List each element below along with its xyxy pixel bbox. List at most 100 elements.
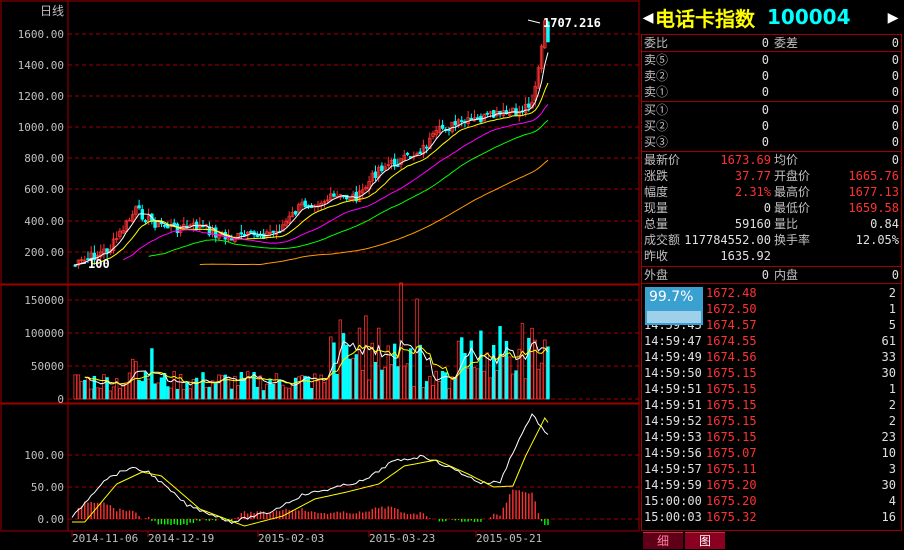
tick-row: 14:59:53 1675.15 23 xyxy=(644,429,900,445)
volume-bar xyxy=(520,323,525,400)
dea-line xyxy=(72,417,549,527)
volume-bar xyxy=(194,377,199,400)
kline-chart[interactable]: 1600.001400.001200.001000.00800.00600.00… xyxy=(0,0,641,550)
triangle-right-icon[interactable]: ▶ xyxy=(886,7,900,28)
ask-price: 0 xyxy=(761,85,769,99)
volume-bar xyxy=(118,388,122,400)
tick-price: 1675.20 xyxy=(706,494,757,508)
ask-price: 0 xyxy=(761,69,769,83)
candle-body xyxy=(293,211,298,215)
tick-price: 1675.15 xyxy=(706,398,757,412)
volume-bar xyxy=(325,379,330,400)
weicha-value: 0 xyxy=(891,36,899,50)
volume-bar xyxy=(482,370,486,400)
candle-body xyxy=(460,120,464,122)
date-label: 2015-05-21 xyxy=(476,532,542,545)
candle-body xyxy=(405,152,410,155)
tick-volume: 1 xyxy=(888,302,896,316)
tick-price: 1674.57 xyxy=(706,318,757,332)
progress-percent: 99.7% xyxy=(649,289,694,305)
quote-panel: ◀ 电话卡指数 100004 ▶ 委比 0 委差 0 卖⑤ 0 0 卖② 0 0 卖① 0 0 … xyxy=(641,0,904,550)
volume-bar xyxy=(488,377,493,400)
tick-price: 1675.32 xyxy=(706,510,757,524)
volume-bar xyxy=(108,390,113,400)
candle-body xyxy=(140,209,144,220)
ask-volume: 0 xyxy=(891,53,899,67)
candle-body xyxy=(332,193,336,197)
volume-bar xyxy=(134,361,138,400)
volume-bar xyxy=(127,372,132,400)
tick-row: 14:59:56 1675.07 10 xyxy=(644,445,900,461)
volume-bar xyxy=(265,383,269,400)
volume-bar xyxy=(172,371,176,400)
volume-bar xyxy=(290,384,295,400)
volume-bar xyxy=(460,337,464,400)
ask-label: 卖⑤ xyxy=(644,53,669,67)
candle-body xyxy=(255,234,259,238)
tick-time: 14:59:52 xyxy=(644,414,702,428)
volume-bar xyxy=(428,376,432,400)
volume-bar xyxy=(249,377,253,400)
candle-body xyxy=(527,103,531,108)
volume-bar xyxy=(440,371,445,400)
volume-bar xyxy=(95,387,100,400)
candle-body xyxy=(424,146,429,149)
stat-value: 12.05% xyxy=(855,233,899,247)
volume-bar xyxy=(527,337,531,400)
price-tick-label: 600.00 xyxy=(24,183,64,196)
volume-bar xyxy=(514,370,518,400)
volume-ma-5 xyxy=(84,339,549,387)
candle-body xyxy=(271,230,275,233)
stat-label: 成交额 xyxy=(644,233,681,247)
waipan-value: 0 xyxy=(761,268,769,282)
tick-time: 15:00:03 xyxy=(644,510,702,524)
triangle-left-icon[interactable]: ◀ xyxy=(641,7,655,28)
volume-bar xyxy=(361,369,365,400)
volume-bar xyxy=(156,382,160,400)
volume-bar xyxy=(99,387,103,400)
volume-bar xyxy=(83,379,87,400)
tick-row: 14:59:51 1675.15 2 xyxy=(644,397,900,413)
candle-body xyxy=(453,121,458,126)
tab-detail[interactable]: 细 xyxy=(643,532,683,549)
volume-bar xyxy=(242,377,247,400)
volume-bar xyxy=(226,376,231,400)
tick-volume: 2 xyxy=(888,398,896,412)
volume-bar xyxy=(258,375,263,400)
tick-row: 15:00:03 1675.32 16 xyxy=(644,509,900,525)
volume-bar xyxy=(376,327,381,400)
index-name: 电话卡指数 xyxy=(655,6,755,31)
volume-bar xyxy=(268,379,272,400)
tick-volume: 23 xyxy=(881,430,896,444)
bid-label: 买② xyxy=(644,119,669,133)
bottom-tabs: 细图 xyxy=(643,532,727,550)
dif-line xyxy=(71,413,549,525)
volume-bar xyxy=(421,387,426,400)
candle-body xyxy=(380,165,384,172)
volume-tick-label: 150000 xyxy=(24,294,64,307)
stat-label: 幅度 xyxy=(644,185,669,199)
volume-bar xyxy=(479,330,483,400)
volume-bar xyxy=(271,383,275,400)
price-tick-label: 1400.00 xyxy=(18,59,64,72)
tick-row: 14:59:57 1675.11 3 xyxy=(644,461,900,477)
volume-bar xyxy=(246,371,250,400)
tick-row: 15:00:00 1675.20 4 xyxy=(644,493,900,509)
tick-price: 1674.56 xyxy=(706,350,757,364)
tick-time: 14:59:53 xyxy=(644,430,702,444)
tab-chart[interactable]: 图 xyxy=(685,532,725,549)
tick-price: 1675.15 xyxy=(706,430,757,444)
tick-volume: 16 xyxy=(881,510,896,524)
volume-bar xyxy=(239,371,244,400)
stat-label: 最新价 xyxy=(644,153,681,167)
volume-bar xyxy=(252,372,256,400)
tick-price: 1675.11 xyxy=(706,462,757,476)
candle-body xyxy=(396,165,400,167)
stat-label: 最低价 xyxy=(774,201,811,215)
candle-body xyxy=(143,220,148,223)
weibi-label: 委比 xyxy=(644,36,669,50)
period-label: 日线 xyxy=(40,4,64,18)
stats-box: 最新价 1673.69 均价 0 涨跌 37.77 开盘价 1665.76 幅度 2.31% 最高价… xyxy=(641,151,902,267)
volume-bar xyxy=(434,370,438,400)
volume-bar xyxy=(539,362,544,400)
